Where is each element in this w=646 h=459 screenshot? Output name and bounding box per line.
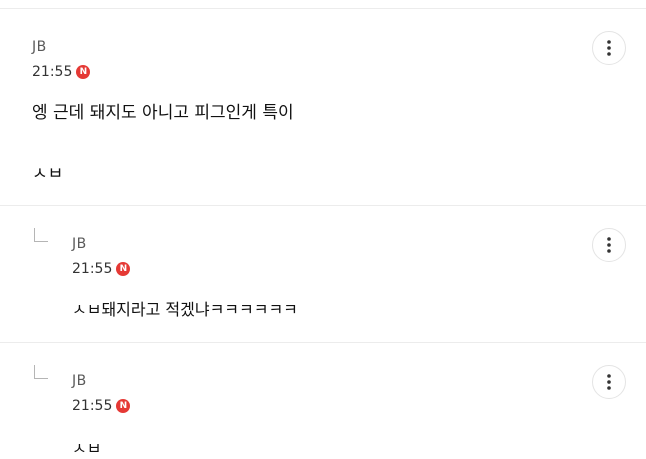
more-options-button[interactable] <box>592 31 626 65</box>
reply-arrow-icon <box>34 365 48 379</box>
comment-author: JB <box>32 39 47 55</box>
new-badge-icon: N <box>76 65 91 79</box>
comment-time: 21:55 <box>72 398 113 414</box>
comment-time: 21:55 <box>72 261 113 277</box>
more-vertical-icon <box>607 374 611 390</box>
reply-item: JB 21:55 N ㅅㅂ <box>0 343 646 458</box>
comment-meta: 21:55 N <box>72 261 131 277</box>
new-badge-icon: N <box>116 262 131 276</box>
reply-arrow-icon <box>34 228 48 242</box>
comment-text: 엥 근데 돼지도 아니고 피그인게 특이 <box>32 103 294 123</box>
comment-meta: 21:55 N <box>32 64 91 80</box>
comment-text: ㅅㅂ <box>32 164 64 184</box>
comment-author: JB <box>72 236 87 252</box>
reply-item: JB 21:55 N ㅅㅂ돼지라고 적겠냐ㅋㅋㅋㅋㅋㅋ <box>0 206 646 342</box>
comment-author: JB <box>72 373 87 389</box>
comment-meta: 21:55 N <box>72 398 131 414</box>
comment-text: ㅅㅂ <box>72 439 102 458</box>
more-vertical-icon <box>607 40 611 56</box>
comment-text: ㅅㅂ돼지라고 적겠냐ㅋㅋㅋㅋㅋㅋ <box>72 300 298 319</box>
more-options-button[interactable] <box>592 365 626 399</box>
more-options-button[interactable] <box>592 228 626 262</box>
comment-time: 21:55 <box>32 64 73 80</box>
more-vertical-icon <box>607 237 611 253</box>
comment-item: JB 21:55 N 엥 근데 돼지도 아니고 피그인게 특이 ㅅㅂ <box>0 9 646 205</box>
new-badge-icon: N <box>116 399 131 413</box>
